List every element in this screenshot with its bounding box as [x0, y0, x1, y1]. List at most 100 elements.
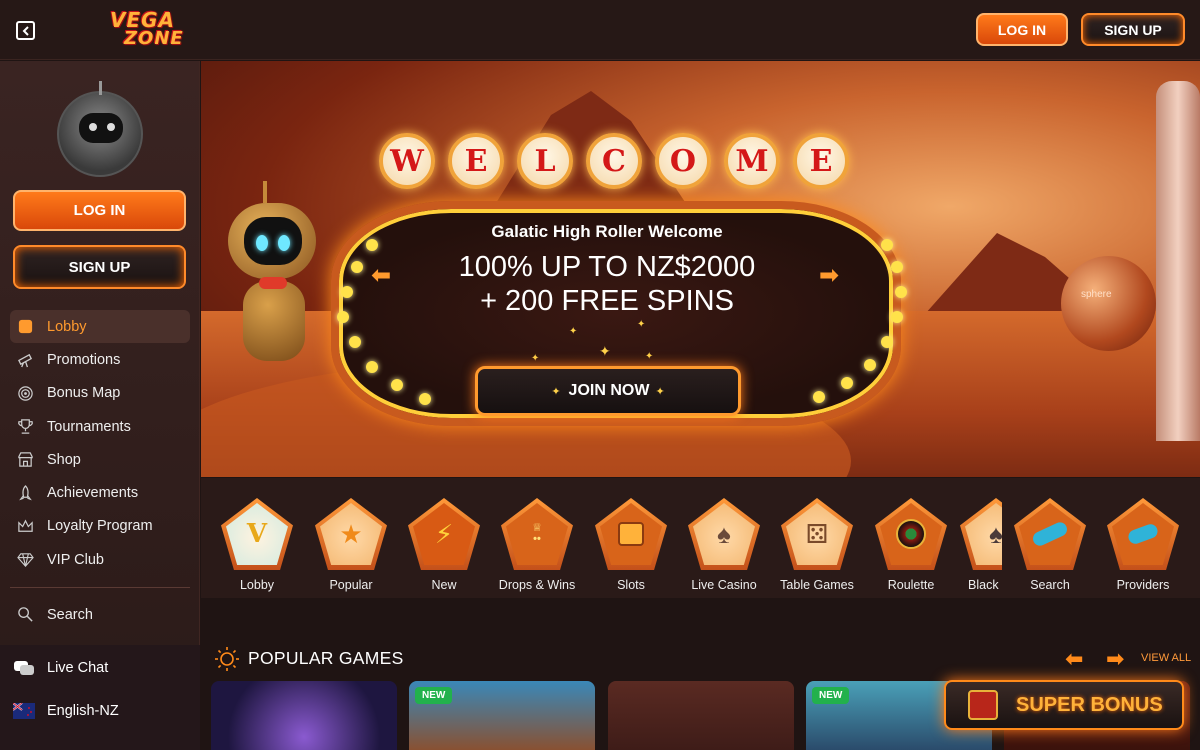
category-label: Black [968, 578, 999, 592]
category-popular[interactable]: ★ Popular [307, 498, 395, 592]
category-badge: ★ [315, 498, 387, 570]
sidebar-item-promotions[interactable]: Promotions [10, 343, 190, 376]
roulette-icon [880, 503, 942, 565]
robot-eye [256, 235, 268, 251]
sparkle-icon: ✦ [551, 385, 561, 398]
marquee-bulb [391, 379, 403, 391]
sidebar-item-label: Promotions [47, 351, 121, 368]
live-casino-icon: ♠ [693, 503, 755, 565]
live-chat-button[interactable]: Live Chat [13, 656, 108, 680]
sidebar-item-tournaments[interactable]: Tournaments [10, 410, 190, 443]
robot-eye-right [107, 123, 115, 131]
banner-prev-arrow-icon[interactable]: ⬅ [371, 261, 391, 290]
sparkle-icon: ✦ [645, 351, 654, 362]
banner-next-arrow-icon[interactable]: ➡ [819, 261, 839, 290]
chat-icon [13, 659, 35, 677]
collapse-sidebar-button[interactable] [16, 21, 35, 40]
sparkle-icon: ✦ [531, 353, 540, 364]
category-label: Table Games [780, 578, 854, 592]
star-cards-icon: ★ [320, 503, 382, 565]
category-drops-wins[interactable]: ♕ •• Drops & Wins [493, 498, 581, 592]
welcome-letter: C [586, 133, 642, 189]
sphere-label: sphere [1081, 289, 1112, 300]
marquee-bulb [881, 336, 893, 348]
category-lobby[interactable]: V Lobby [213, 498, 301, 592]
game-card[interactable] [608, 681, 794, 750]
sidebar-item-label: Achievements [47, 485, 139, 502]
category-live-casino[interactable]: ♠ Live Casino [680, 498, 768, 592]
drops-wins-icon: ♕ •• [506, 503, 568, 565]
category-slots[interactable]: Slots [587, 498, 675, 592]
sidebar-item-vip-club[interactable]: VIP Club [10, 543, 190, 576]
v-logo-icon: V [226, 503, 288, 565]
welcome-letter: E [793, 133, 849, 189]
category-label: Search [1030, 578, 1070, 592]
new-badge: NEW [812, 687, 850, 704]
header-login-button[interactable]: LOG IN [976, 13, 1068, 46]
marquee-bulb [419, 393, 431, 405]
marquee-bulb [864, 359, 876, 371]
category-badge: ♕ •• [501, 498, 573, 570]
category-label: Live Casino [691, 578, 757, 592]
game-card[interactable]: NEW [409, 681, 595, 750]
view-all-link[interactable]: VIEW ALL [1141, 652, 1191, 664]
sidebar-bottom: Live Chat English-NZ [0, 645, 200, 750]
sidebar: LOG IN SIGN UP Lobby Promotions Bonus Ma… [0, 61, 200, 750]
category-badge [1107, 498, 1179, 570]
category-new[interactable]: ⚡ New [400, 498, 488, 592]
telescope-icon [1019, 503, 1081, 565]
cards-icon: ♠ [965, 503, 1002, 565]
category-providers[interactable]: Providers [1099, 498, 1187, 592]
popular-prev-arrow-icon[interactable]: ⬅ [1065, 646, 1083, 672]
sidebar-item-achievements[interactable]: Achievements [10, 476, 190, 509]
logo-line-2: ZONE [124, 28, 184, 49]
sidebar-item-bonus-map[interactable]: Bonus Map [10, 377, 190, 410]
sidebar-item-loyalty-program[interactable]: Loyalty Program [10, 510, 190, 543]
robot-mascot [223, 181, 333, 381]
sidebar-item-label: Shop [47, 451, 81, 468]
robot-body [243, 281, 305, 361]
sparkle-icon: ✦ [599, 343, 611, 359]
sidebar-signup-button[interactable]: SIGN UP [13, 245, 186, 289]
sparkle-icon: ✦ [655, 385, 665, 398]
robot-eye-left [89, 123, 97, 131]
category-table-games[interactable]: ⚄ Table Games [773, 498, 861, 592]
spiral-map-icon [16, 384, 34, 402]
sidebar-item-shop[interactable]: Shop [10, 443, 190, 476]
sidebar-item-search[interactable]: Search [10, 598, 190, 631]
sparkle-icon: ✦ [637, 319, 646, 330]
gift-box-icon [968, 690, 998, 720]
category-roulette[interactable]: Roulette [867, 498, 955, 592]
super-bonus-button[interactable]: SUPER BONUS [944, 680, 1184, 730]
category-black[interactable]: ♠ Black [960, 498, 1002, 592]
join-now-button[interactable]: ✦ JOIN NOW ✦ [475, 366, 741, 416]
category-badge [875, 498, 947, 570]
header-signup-button[interactable]: SIGN UP [1081, 13, 1185, 46]
sidebar-login-button[interactable]: LOG IN [13, 190, 186, 231]
robot-bowtie [259, 277, 287, 289]
sidebar-nav: Lobby Promotions Bonus Map Tournaments S… [10, 310, 190, 576]
sidebar-item-lobby[interactable]: Lobby [10, 310, 190, 344]
welcome-letter: O [655, 133, 711, 189]
robot-face [79, 113, 123, 143]
category-search[interactable]: Search [1006, 498, 1094, 592]
game-card[interactable] [211, 681, 397, 750]
slot-machine-icon [600, 503, 662, 565]
sidebar-divider [10, 587, 190, 588]
marquee-bulb [366, 361, 378, 373]
category-badge: V [221, 498, 293, 570]
language-selector[interactable]: English-NZ [13, 699, 119, 723]
rocket-icon [16, 484, 34, 502]
popular-next-arrow-icon[interactable]: ➡ [1106, 646, 1124, 672]
category-label: Popular [329, 578, 373, 592]
trophy-icon [16, 418, 34, 436]
category-label: Roulette [887, 578, 935, 592]
marquee-bulb [349, 336, 361, 348]
category-label: Drops & Wins [498, 578, 576, 592]
sidebar-item-label: VIP Club [47, 551, 104, 568]
vega-zone-logo[interactable]: VEGA ZONE [106, 6, 202, 52]
sidebar-item-label: Lobby [47, 318, 87, 335]
popular-games-title: POPULAR GAMES [248, 648, 404, 668]
live-chat-label: Live Chat [47, 660, 109, 676]
robot-eye [278, 235, 290, 251]
